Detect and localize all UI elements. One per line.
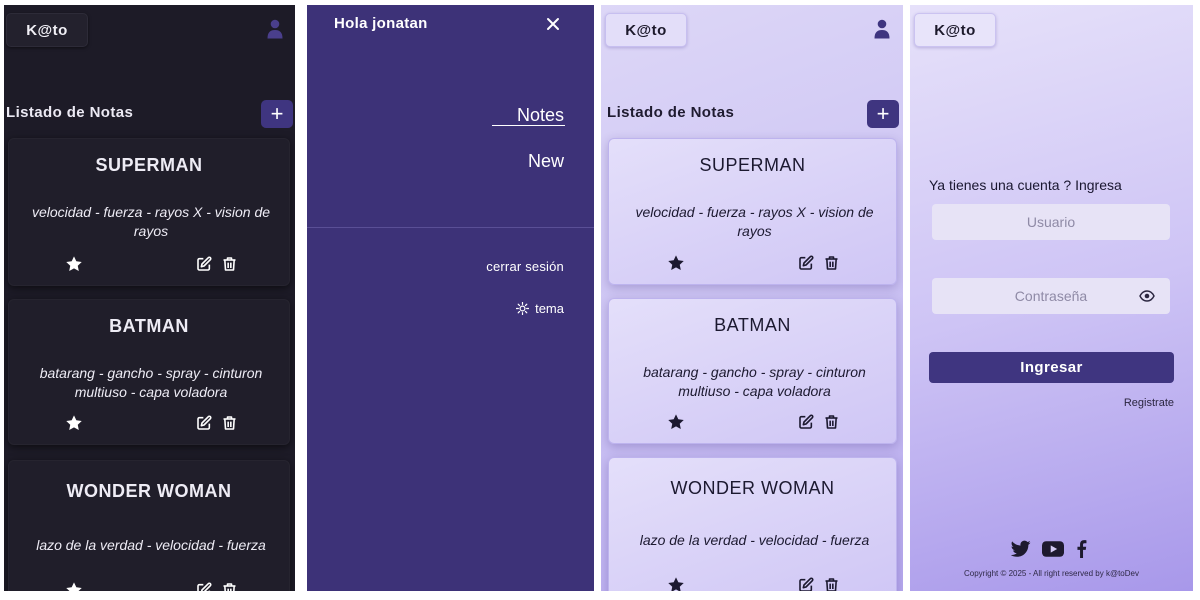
note-card: SUPERMAN velocidad - fuerza - rayos X - … [608,138,897,285]
note-card: WONDER WOMAN lazo de la verdad - velocid… [608,457,897,591]
register-link[interactable]: Registrate [1124,397,1174,409]
login-button[interactable]: Ingresar [929,352,1174,383]
edit-icon[interactable] [798,255,814,271]
note-body: velocidad - fuerza - rayos X - vision de… [635,204,874,239]
trash-icon[interactable] [222,582,237,591]
list-title: Listado de Notas [6,104,134,121]
drawer-greeting: Hola jonatan [334,15,428,32]
logo-button[interactable]: K@to [914,13,996,47]
user-icon[interactable] [267,19,283,39]
login-screen: K@to Ya tienes una cuenta ? Ingresa Ingr… [910,5,1193,591]
note-card: BATMAN batarang - gancho - spray - cintu… [8,299,290,445]
facebook-icon[interactable] [1076,540,1087,558]
copyright-text: Copyright © 2025 - All right reserved by… [964,569,1139,578]
trash-icon[interactable] [824,414,839,430]
password-input[interactable] [932,278,1170,314]
star-icon[interactable] [667,254,685,272]
drawer-divider [307,227,594,228]
edit-icon[interactable] [196,415,212,431]
note-title: BATMAN [714,315,791,335]
note-title: SUPERMAN [699,155,806,175]
star-icon[interactable] [65,414,83,432]
eye-icon[interactable] [1139,290,1155,302]
logout-link[interactable]: cerrar sesión [486,259,564,274]
trash-icon[interactable] [824,255,839,271]
star-icon[interactable] [65,255,83,273]
edit-icon[interactable] [196,582,212,591]
username-input[interactable] [932,204,1170,240]
note-body: velocidad - fuerza - rayos X - vision de… [31,204,271,239]
add-note-button[interactable]: + [261,100,293,128]
note-body: batarang - gancho - spray - cinturon mul… [39,365,263,400]
edit-icon[interactable] [196,256,212,272]
note-card: WONDER WOMAN lazo de la verdad - velocid… [8,460,290,591]
note-card: BATMAN batarang - gancho - spray - cintu… [608,298,897,444]
trash-icon[interactable] [222,256,237,272]
logo-button[interactable]: K@to [605,13,687,47]
note-title: WONDER WOMAN [66,481,232,501]
login-prompt: Ya tienes una cuenta ? Ingresa [929,177,1122,193]
user-icon[interactable] [874,19,890,39]
theme-toggle[interactable]: tema [516,301,564,316]
edit-icon[interactable] [798,414,814,430]
star-icon[interactable] [667,576,685,591]
star-icon[interactable] [667,413,685,431]
note-body: lazo de la verdad - velocidad - fuerza [639,532,870,548]
list-title: Listado de Notas [607,104,735,121]
note-body: batarang - gancho - spray - cinturon mul… [643,364,866,399]
theme-label: tema [535,301,564,316]
close-icon[interactable] [544,15,562,33]
add-note-button[interactable]: + [867,100,899,128]
active-link-underline [492,125,565,126]
drawer-menu-screen: Hola jonatan Notes New cerrar sesión tem… [307,5,594,591]
nav-link-new[interactable]: New [528,151,564,172]
trash-icon[interactable] [222,415,237,431]
edit-icon[interactable] [798,577,814,591]
sun-icon [516,302,530,315]
note-title: WONDER WOMAN [670,478,835,498]
youtube-icon[interactable] [1042,540,1064,558]
trash-icon[interactable] [824,577,839,591]
social-links [1011,540,1091,558]
logo-button[interactable]: K@to [6,13,88,47]
star-icon[interactable] [65,581,83,591]
twitter-icon[interactable] [1011,540,1031,558]
note-card: SUPERMAN velocidad - fuerza - rayos X - … [8,138,290,286]
note-body: lazo de la verdad - velocidad - fuerza [36,537,266,553]
note-title: SUPERMAN [95,155,203,175]
light-notes-screen: K@to Listado de Notas + SUPERMAN velocid… [601,5,903,591]
dark-notes-screen: K@to Listado de Notas + SUPERMAN velocid… [4,5,295,591]
note-title: BATMAN [109,316,189,336]
